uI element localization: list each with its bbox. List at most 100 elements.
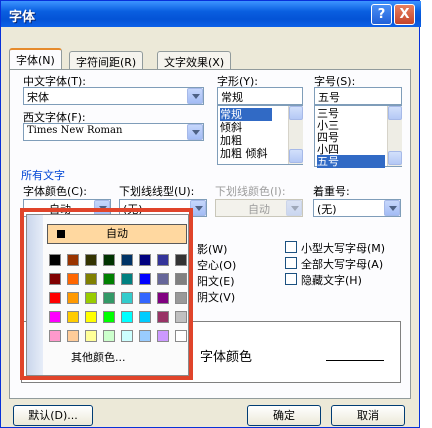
underline-color-label: 下划线颜色(I): [215,185,286,198]
auto-color-swatch [57,230,65,238]
style-scrollbar[interactable] [288,106,303,164]
preview-baseline [326,360,384,361]
color-palette-popup: 自动 其他颜色... [26,214,189,376]
all-caps-label: 全部大写字母(A) [301,258,384,271]
color-swatch[interactable] [85,311,97,323]
color-swatch[interactable] [175,311,187,323]
scroll-up-icon[interactable] [289,106,303,120]
tab-text-effects[interactable]: 文字效果(X) [157,51,232,69]
size-list[interactable]: 三号 小三 四号 小四 五号 [314,105,402,168]
color-swatch[interactable] [121,273,133,285]
color-swatch[interactable] [67,311,79,323]
color-swatch[interactable] [139,254,151,266]
west-font-value: Times New Roman [27,125,123,136]
color-swatch[interactable] [121,311,133,323]
color-swatch[interactable] [175,330,187,342]
tab-char-spacing[interactable]: 字符间距(R) [69,51,144,69]
color-swatch[interactable] [67,254,79,266]
color-swatch[interactable] [157,254,169,266]
color-swatch[interactable] [67,273,79,285]
small-caps-label: 小型大写字母(M) [301,242,386,255]
emphasis-label: 着重号: [313,185,350,198]
color-swatch[interactable] [85,273,97,285]
cn-font-select[interactable]: 宋体 [23,87,204,105]
hidden-text-checkbox[interactable] [285,273,297,285]
color-swatch[interactable] [157,273,169,285]
color-swatch[interactable] [175,292,187,304]
color-swatch[interactable] [175,254,187,266]
emphasis-value: (无) [317,203,337,216]
cancel-button[interactable]: 取消 [331,405,405,426]
size-input[interactable]: 五号 [314,87,402,105]
color-swatch[interactable] [139,330,151,342]
more-colors-button[interactable]: 其他颜色... [71,349,126,365]
emphasis-dropdown-icon[interactable] [384,200,400,216]
color-swatch[interactable] [67,292,79,304]
style-option[interactable]: 倾斜 [220,121,242,134]
size-option[interactable]: 五号 [317,155,385,168]
color-swatch[interactable] [103,311,115,323]
title-bar[interactable]: 字体 ? X [1,1,421,27]
color-swatch[interactable] [49,254,61,266]
color-swatch[interactable] [85,330,97,342]
scroll-down-icon[interactable] [388,151,402,165]
color-swatch[interactable] [103,330,115,342]
color-swatch[interactable] [67,330,79,342]
color-swatch[interactable] [103,273,115,285]
effect-emboss-label: 阳文(E) [197,275,235,288]
style-input[interactable]: 常规 [217,87,303,105]
auto-color-label: 自动 [106,227,128,240]
color-swatch[interactable] [157,311,169,323]
dialog-title: 字体 [9,10,36,25]
style-list[interactable]: 常规 倾斜 加粗 加粗 倾斜 [217,105,303,165]
west-font-select[interactable]: Times New Roman [23,123,204,141]
style-option[interactable]: 常规 [220,108,272,121]
palette-side-strip [27,215,43,375]
close-button[interactable]: X [394,4,415,25]
scroll-down-icon[interactable] [289,149,303,163]
color-swatch[interactable] [121,330,133,342]
scroll-up-icon[interactable] [388,106,402,120]
cn-font-dropdown-icon[interactable] [187,88,203,104]
color-swatch[interactable] [49,330,61,342]
all-caps-checkbox[interactable] [285,257,297,269]
ok-button[interactable]: 确定 [247,405,321,426]
style-value: 常规 [221,91,243,104]
color-swatch[interactable] [85,292,97,304]
tab-font[interactable]: 字体(N) [9,48,62,70]
color-swatch[interactable] [121,254,133,266]
west-font-dropdown-icon[interactable] [187,124,203,140]
cn-font-value: 宋体 [27,91,49,104]
color-swatch[interactable] [85,254,97,266]
effect-shadow-label: 影(W) [197,243,228,256]
color-swatch[interactable] [157,330,169,342]
color-swatch[interactable] [103,254,115,266]
default-button[interactable]: 默认(D)... [13,405,93,426]
color-swatch[interactable] [175,273,187,285]
color-swatch[interactable] [49,273,61,285]
color-swatch[interactable] [139,273,151,285]
color-swatch[interactable] [157,292,169,304]
effect-outline-label: 空心(O) [197,259,237,272]
color-swatch[interactable] [103,292,115,304]
size-scrollbar[interactable] [387,106,402,166]
font-color-label: 字体颜色(C): [23,185,87,198]
preview-text: 字体颜色 [200,350,253,365]
underline-type-label: 下划线线型(U): [119,185,195,198]
underline-color-dropdown-icon [286,200,302,216]
color-swatch[interactable] [139,292,151,304]
small-caps-checkbox[interactable] [285,241,297,253]
style-option[interactable]: 加粗 [220,134,242,147]
all-text-group-label: 所有文字 [21,169,65,182]
auto-color-button[interactable]: 自动 [47,224,187,244]
color-swatch[interactable] [121,292,133,304]
effect-engrave-label: 阴文(V) [197,291,236,304]
style-option[interactable]: 加粗 倾斜 [220,147,268,160]
help-button[interactable]: ? [371,4,392,25]
color-swatch[interactable] [139,311,151,323]
color-swatch[interactable] [49,292,61,304]
color-swatch[interactable] [49,311,61,323]
underline-color-value: 自动 [248,203,270,216]
hidden-text-label: 隐藏文字(H) [301,274,362,287]
size-value: 五号 [318,91,340,104]
